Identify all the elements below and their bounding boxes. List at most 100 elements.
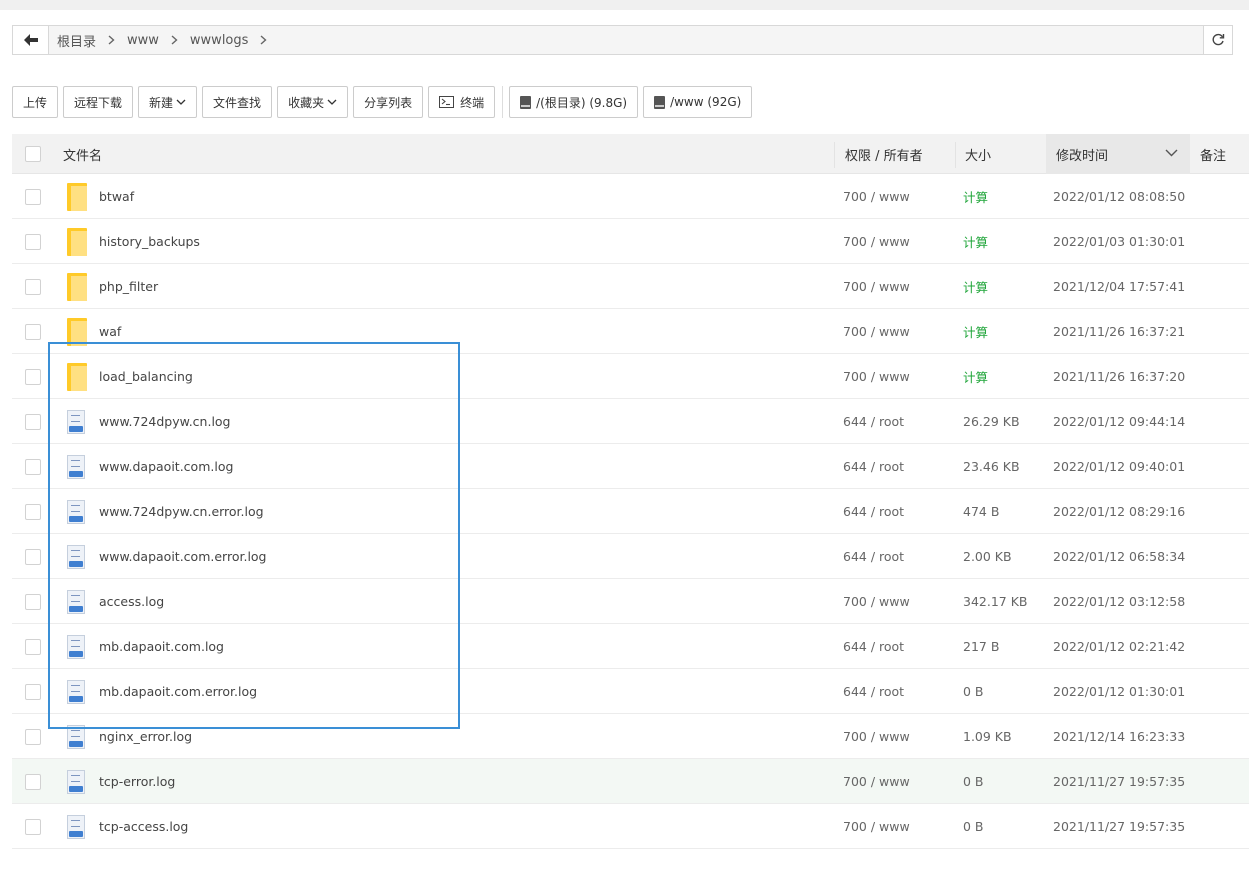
file-name[interactable]: tcp-error.log: [99, 759, 175, 804]
log-file-icon: [67, 814, 85, 839]
file-name[interactable]: access.log: [99, 579, 164, 624]
header-filename[interactable]: 文件名: [63, 134, 102, 174]
terminal-button[interactable]: 终端: [428, 86, 496, 118]
file-name[interactable]: php_filter: [99, 264, 158, 309]
row-checkbox[interactable]: [25, 458, 41, 475]
row-checkbox[interactable]: [25, 683, 41, 700]
row-checkbox[interactable]: [25, 638, 41, 655]
row-checkbox[interactable]: [25, 413, 41, 430]
toolbar-divider: [502, 86, 504, 118]
row-checkbox[interactable]: [25, 368, 41, 385]
file-permission[interactable]: 700 / www: [843, 174, 910, 219]
file-name[interactable]: www.724dpyw.cn.error.log: [99, 489, 264, 534]
file-permission[interactable]: 700 / www: [843, 354, 910, 399]
file-modified-time: 2022/01/03 01:30:01: [1053, 234, 1186, 249]
file-modified-time: 2022/01/12 06:58:34: [1053, 549, 1186, 564]
table-row[interactable]: access.log 700 / www 342.17 KB 2022/01/12 0…: [12, 579, 1249, 624]
file-permission[interactable]: 700 / www: [843, 219, 910, 264]
header-note[interactable]: 备注: [1200, 134, 1226, 174]
file-name[interactable]: load_balancing: [99, 354, 193, 399]
row-checkbox[interactable]: [25, 278, 41, 295]
file-permission[interactable]: 700 / www: [843, 579, 910, 624]
table-row[interactable]: nginx_error.log 700 / www 1.09 KB 2021/12/1…: [12, 714, 1249, 759]
file-size[interactable]: 计算: [963, 264, 988, 309]
file-size: 1.09 KB: [963, 729, 1012, 744]
header-permission[interactable]: 权限 / 所有者: [845, 134, 923, 174]
file-size[interactable]: 计算: [963, 174, 988, 219]
table-row[interactable]: btwaf 700 / www 计算 2022/01/12 08:08:50: [12, 174, 1249, 219]
file-name[interactable]: nginx_error.log: [99, 714, 192, 759]
file-permission[interactable]: 644 / root: [843, 624, 904, 669]
breadcrumb-root[interactable]: 根目录: [57, 31, 96, 50]
file-name[interactable]: history_backups: [99, 219, 200, 264]
log-file-icon: [67, 724, 85, 749]
header-size[interactable]: 大小: [965, 134, 991, 174]
file-name[interactable]: www.dapaoit.com.log: [99, 444, 233, 489]
table-row[interactable]: tcp-error.log 700 / www 0 B 2021/11/27 19:5…: [12, 759, 1249, 804]
file-permission[interactable]: 644 / root: [843, 534, 904, 579]
file-size[interactable]: 计算: [963, 354, 988, 399]
file-permission[interactable]: 644 / root: [843, 444, 904, 489]
disk-www-button[interactable]: /www (92G): [643, 86, 753, 118]
file-size: 474 B: [963, 504, 1000, 519]
row-checkbox[interactable]: [25, 188, 41, 205]
file-permission[interactable]: 700 / www: [843, 759, 910, 804]
file-permission[interactable]: 644 / root: [843, 399, 904, 444]
table-row[interactable]: www.dapaoit.com.error.log 644 / root 2.00 …: [12, 534, 1249, 579]
table-row[interactable]: www.724dpyw.cn.error.log 644 / root 474 B 2…: [12, 489, 1249, 534]
file-size[interactable]: 计算: [963, 309, 988, 354]
file-permission[interactable]: 644 / root: [843, 669, 904, 714]
file-name[interactable]: waf: [99, 309, 121, 354]
table-row[interactable]: mb.dapaoit.com.error.log 644 / root 0 B 202…: [12, 669, 1249, 714]
breadcrumb-www[interactable]: www: [127, 33, 159, 48]
table-row[interactable]: load_balancing 700 / www 计算 2021/11/26 16:3…: [12, 354, 1249, 399]
file-permission[interactable]: 700 / www: [843, 804, 910, 849]
breadcrumb-wwwlogs[interactable]: wwwlogs: [190, 33, 249, 48]
file-name[interactable]: www.dapaoit.com.error.log: [99, 534, 267, 579]
favorites-button[interactable]: 收藏夹: [277, 86, 349, 118]
row-checkbox[interactable]: [25, 593, 41, 610]
header-modified-time[interactable]: 修改时间: [1046, 134, 1190, 174]
row-checkbox[interactable]: [25, 728, 41, 745]
disk-root-button[interactable]: /(根目录) (9.8G): [509, 86, 639, 118]
row-checkbox[interactable]: [25, 548, 41, 565]
new-button[interactable]: 新建: [138, 86, 198, 118]
table-row[interactable]: waf 700 / www 计算 2021/11/26 16:37:21: [12, 309, 1249, 354]
file-modified-time: 2021/11/26 16:37:20: [1053, 369, 1186, 384]
select-all-checkbox[interactable]: [25, 146, 41, 162]
share-list-button[interactable]: 分享列表: [353, 86, 424, 118]
file-name[interactable]: mb.dapaoit.com.log: [99, 624, 224, 669]
file-modified-time: 2022/01/12 08:29:16: [1053, 504, 1186, 519]
file-name[interactable]: mb.dapaoit.com.error.log: [99, 669, 257, 714]
folder-icon: [67, 227, 87, 256]
file-permission[interactable]: 700 / www: [843, 264, 910, 309]
back-button[interactable]: [13, 26, 49, 54]
row-checkbox[interactable]: [25, 503, 41, 520]
row-checkbox[interactable]: [25, 818, 41, 835]
file-name[interactable]: www.724dpyw.cn.log: [99, 399, 231, 444]
file-permission[interactable]: 644 / root: [843, 489, 904, 534]
row-checkbox[interactable]: [25, 773, 41, 790]
top-strip: [0, 0, 1249, 10]
table-header: 文件名 权限 / 所有者 大小 修改时间 备注: [12, 134, 1249, 174]
table-row[interactable]: mb.dapaoit.com.log 644 / root 217 B 2022/01…: [12, 624, 1249, 669]
remote-download-button[interactable]: 远程下载: [63, 86, 134, 118]
file-permission[interactable]: 700 / www: [843, 714, 910, 759]
file-search-button[interactable]: 文件查找: [202, 86, 273, 118]
file-name[interactable]: tcp-access.log: [99, 804, 188, 849]
file-permission[interactable]: 700 / www: [843, 309, 910, 354]
chevron-right-icon: [260, 35, 267, 45]
row-checkbox[interactable]: [25, 233, 41, 250]
log-file-icon: [67, 409, 85, 434]
table-row[interactable]: www.724dpyw.cn.log 644 / root 26.29 KB 2022…: [12, 399, 1249, 444]
table-row[interactable]: tcp-access.log 700 / www 0 B 2021/11/27 19:…: [12, 804, 1249, 849]
table-row[interactable]: php_filter 700 / www 计算 2021/12/04 17:57:41: [12, 264, 1249, 309]
upload-button[interactable]: 上传: [12, 86, 59, 118]
row-checkbox[interactable]: [25, 323, 41, 340]
file-name[interactable]: btwaf: [99, 174, 134, 219]
table-row[interactable]: history_backups 700 / www 计算 2022/01/03 01:…: [12, 219, 1249, 264]
file-modified-time: 2022/01/12 03:12:58: [1053, 594, 1186, 609]
table-row[interactable]: www.dapaoit.com.log 644 / root 23.46 KB 202…: [12, 444, 1249, 489]
file-size[interactable]: 计算: [963, 219, 988, 264]
refresh-button[interactable]: [1203, 26, 1232, 54]
